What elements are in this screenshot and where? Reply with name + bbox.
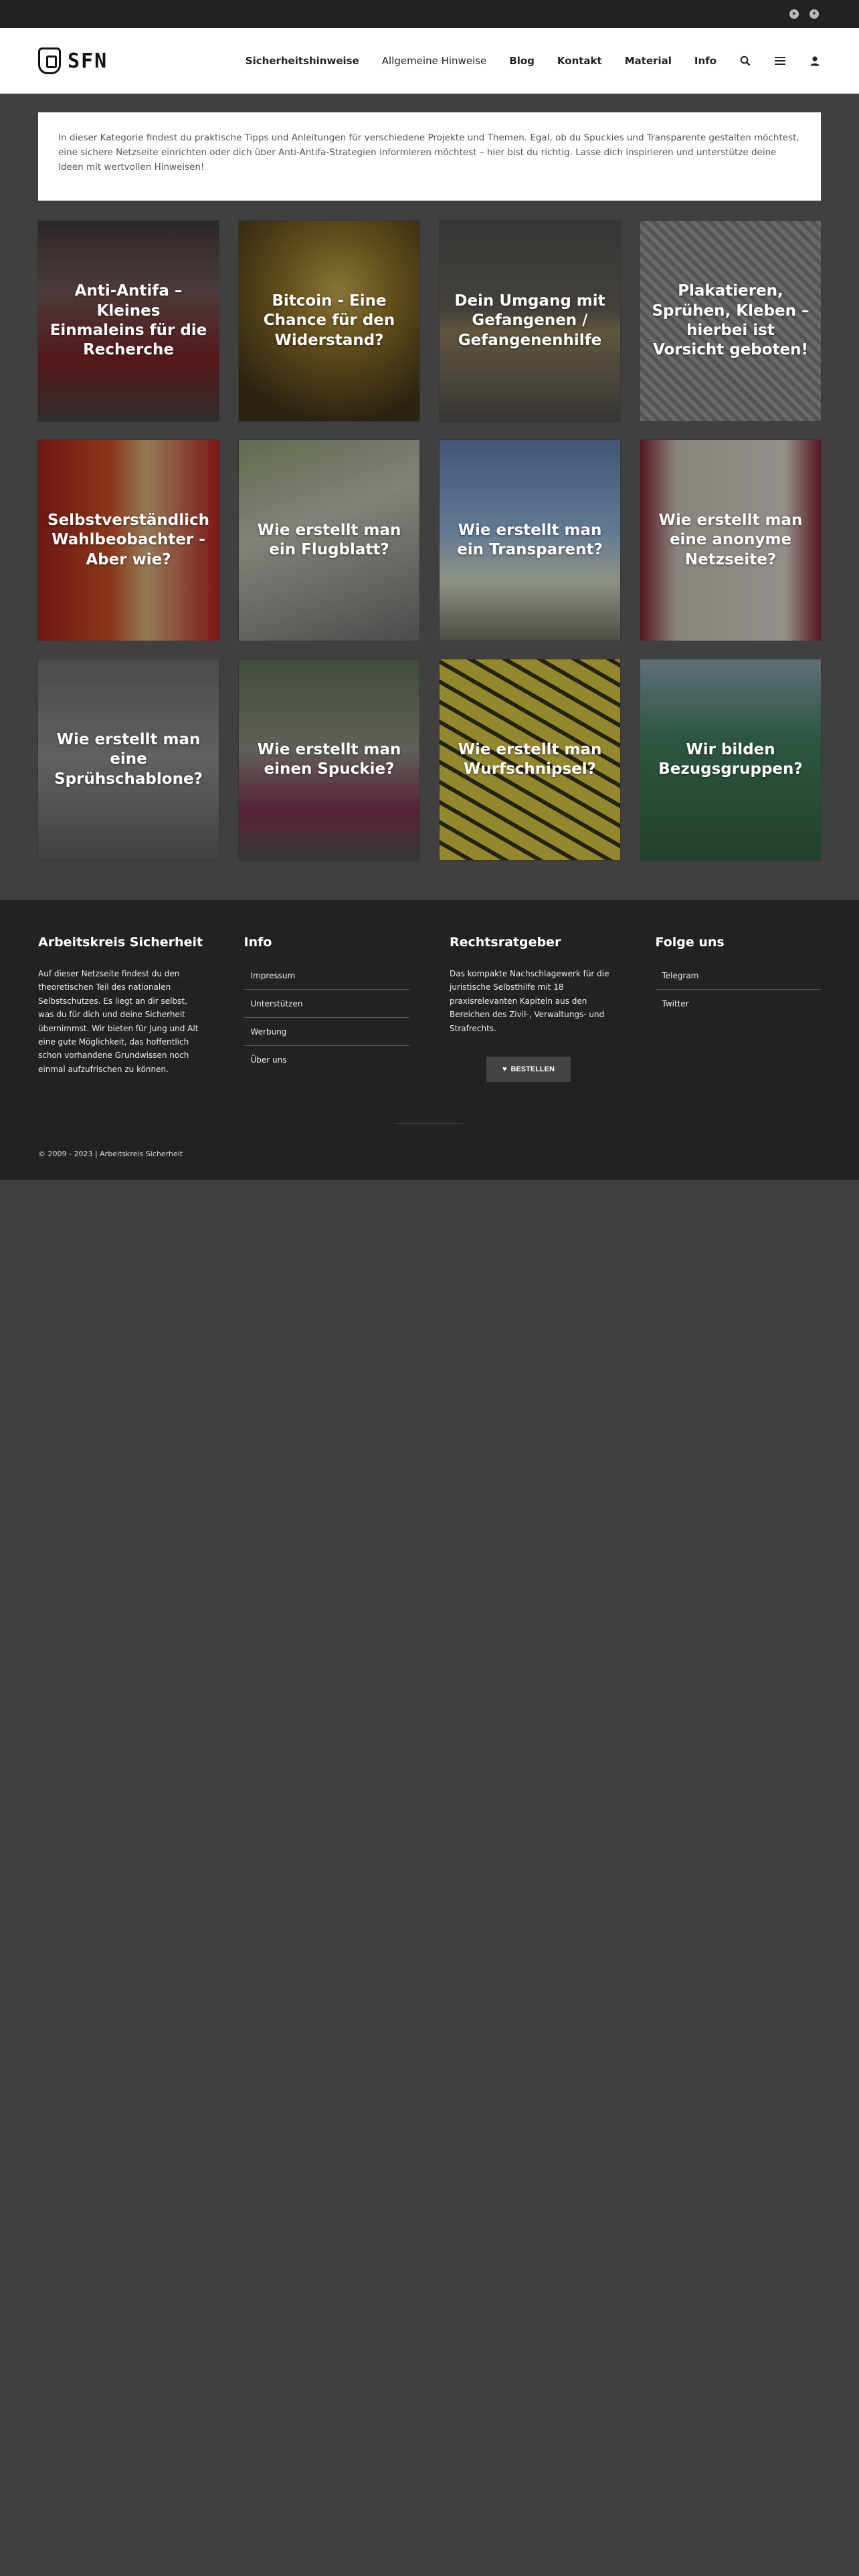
footer-divider xyxy=(396,1123,463,1124)
intro-text: In dieser Kategorie findest du praktisch… xyxy=(58,132,799,173)
article-card[interactable]: Wir bilden Bezugsgruppen? xyxy=(640,659,821,860)
article-grid: Anti-Antifa – Kleines Einmaleins für die… xyxy=(38,221,821,860)
footer-link-twitter[interactable]: Twitter xyxy=(656,995,822,1017)
footer-link-ueber-uns[interactable]: Über uns xyxy=(244,1051,410,1073)
footer-link-werbung[interactable]: Werbung xyxy=(244,1023,409,1046)
footer-heading: Arbeitskreis Sicherheit xyxy=(38,935,203,950)
article-card[interactable]: Anti-Antifa – Kleines Einmaleins für die… xyxy=(38,221,219,421)
article-card[interactable]: Wie erstellt man Wurfschnipsel? xyxy=(440,659,620,860)
twitter-icon[interactable]: ✦ xyxy=(809,9,819,19)
logo-text: SFN xyxy=(68,49,108,73)
footer-heading: Info xyxy=(244,935,272,950)
card-title: Anti-Antifa – Kleines Einmaleins für die… xyxy=(50,282,207,359)
nav-item-allgemeine-hinweise[interactable]: Allgemeine Hinweise xyxy=(382,55,487,67)
footer-about-text: Auf dieser Netzseite findest du den theo… xyxy=(38,969,199,1074)
footer-col-social: Folge uns Telegram Twitter xyxy=(655,935,822,1082)
article-card[interactable]: Wie erstellt man einen Spuckie? xyxy=(239,659,419,860)
card-title: Selbstverständlich Wahlbeobachter - Aber… xyxy=(47,511,209,568)
nav-item-material[interactable]: Material xyxy=(625,55,672,67)
footer-rechtsratgeber-text: Das kompakte Nachschlagewerk für die jur… xyxy=(450,969,609,1033)
article-card[interactable]: Wie erstellt man ein Transparent? xyxy=(440,440,620,641)
footer-link-unterstuetzen[interactable]: Unterstützen xyxy=(244,995,409,1018)
nav-item-kontakt[interactable]: Kontakt xyxy=(557,55,602,67)
top-bar: ➤ ✦ xyxy=(0,0,859,28)
nav-item-sicherheitshinweise[interactable]: Sicherheitshinweise xyxy=(246,55,359,67)
footer-col-about: Arbeitskreis Sicherheit Auf dieser Netzs… xyxy=(38,935,204,1082)
main-content: In dieser Kategorie findest du praktisch… xyxy=(0,94,859,860)
article-card[interactable]: Wie erstellt man eine anonyme Netzseite? xyxy=(640,440,821,641)
site-header: SFN Sicherheitshinweise Allgemeine Hinwe… xyxy=(0,28,859,94)
article-card[interactable]: Wie erstellt man ein Flugblatt? xyxy=(239,440,419,641)
card-title: Plakatieren, Sprühen, Kleben – hierbei i… xyxy=(652,282,809,359)
footer-heading: Rechtsratgeber xyxy=(450,935,561,950)
card-title: Wie erstellt man eine anonyme Netzseite? xyxy=(658,511,803,568)
footer-link-impressum[interactable]: Impressum xyxy=(244,967,409,990)
card-title: Wie erstellt man eine Sprühschablone? xyxy=(54,730,203,788)
nav-item-blog[interactable]: Blog xyxy=(509,55,535,67)
main-nav: Sicherheitshinweise Allgemeine Hinweise … xyxy=(246,55,821,67)
footer-col-rechtsratgeber: Rechtsratgeber Das kompakte Nachschlagew… xyxy=(450,935,615,1082)
order-button[interactable]: ♥ BESTELLEN xyxy=(486,1056,571,1082)
nav-item-info[interactable]: Info xyxy=(694,55,717,67)
site-footer: Arbeitskreis Sicherheit Auf dieser Netzs… xyxy=(0,900,859,1180)
article-card[interactable]: Selbstverständlich Wahlbeobachter - Aber… xyxy=(38,440,219,641)
menu-icon[interactable] xyxy=(774,55,786,67)
lock-badge-icon xyxy=(38,47,61,74)
footer-heading: Folge uns xyxy=(655,935,725,950)
article-card[interactable]: Plakatieren, Sprühen, Kleben – hierbei i… xyxy=(640,221,821,421)
card-title: Bitcoin - Eine Chance für den Widerstand… xyxy=(263,292,395,349)
article-card[interactable]: Dein Umgang mit Gefangenen / Gefangenenh… xyxy=(440,221,620,421)
category-intro: In dieser Kategorie findest du praktisch… xyxy=(38,112,821,201)
copyright-text: © 2009 - 2023 | Arbeitskreis Sicherheit xyxy=(38,1149,183,1158)
card-title: Wie erstellt man Wurfschnipsel? xyxy=(458,740,602,778)
article-card[interactable]: Wie erstellt man eine Sprühschablone? xyxy=(38,659,219,860)
site-logo[interactable]: SFN xyxy=(38,47,108,74)
article-card[interactable]: Bitcoin - Eine Chance für den Widerstand… xyxy=(239,221,419,421)
heart-icon: ♥ xyxy=(502,1065,507,1073)
footer-link-telegram[interactable]: Telegram xyxy=(655,967,821,990)
search-icon[interactable] xyxy=(739,55,751,67)
order-button-label: BESTELLEN xyxy=(510,1065,555,1073)
card-title: Wie erstellt man ein Transparent? xyxy=(457,521,603,558)
footer-col-info: Info Impressum Unterstützen Werbung Über… xyxy=(244,935,410,1082)
user-icon[interactable] xyxy=(809,55,821,67)
telegram-icon[interactable]: ➤ xyxy=(789,9,799,19)
card-title: Wie erstellt man ein Flugblatt? xyxy=(257,521,401,558)
card-title: Wir bilden Bezugsgruppen? xyxy=(658,740,803,778)
card-title: Dein Umgang mit Gefangenen / Gefangenenh… xyxy=(454,292,605,349)
card-title: Wie erstellt man einen Spuckie? xyxy=(257,740,401,778)
